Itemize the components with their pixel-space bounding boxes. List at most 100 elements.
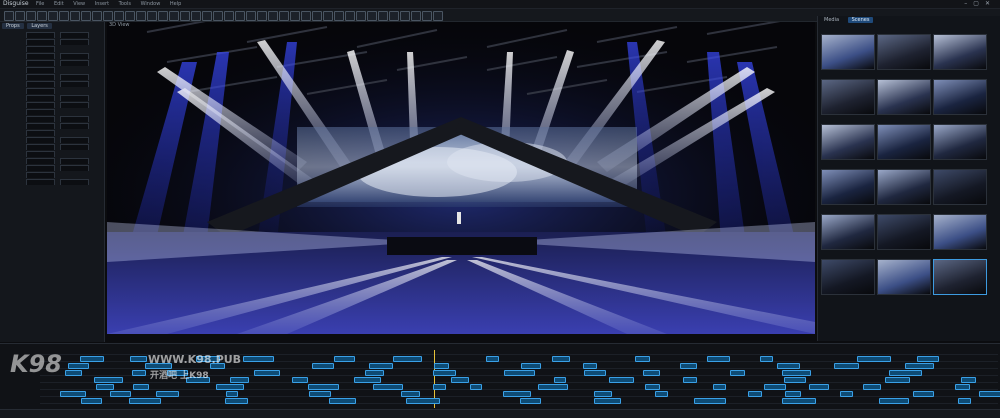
- property-field[interactable]: [60, 123, 89, 129]
- scene-thumbnail[interactable]: [933, 124, 987, 160]
- property-field[interactable]: [60, 137, 89, 143]
- toolbar-button[interactable]: [213, 11, 223, 21]
- timeline-cue[interactable]: [978, 391, 1000, 397]
- toolbar-button[interactable]: [356, 11, 366, 21]
- timeline-cue[interactable]: [81, 398, 103, 404]
- timeline-cue[interactable]: [521, 363, 541, 369]
- timeline-cue[interactable]: [712, 384, 726, 390]
- property-row[interactable]: [2, 144, 100, 150]
- property-field[interactable]: [26, 81, 55, 87]
- timeline-cue[interactable]: [781, 370, 811, 376]
- toolbar-button[interactable]: [114, 11, 124, 21]
- timeline-cue[interactable]: [553, 377, 566, 383]
- toolbar-button[interactable]: [158, 11, 168, 21]
- timeline-cue[interactable]: [537, 384, 568, 390]
- menu-edit[interactable]: Edit: [54, 1, 64, 7]
- toolbar-button[interactable]: [15, 11, 25, 21]
- timeline-track[interactable]: [40, 382, 998, 383]
- toolbar-button[interactable]: [268, 11, 278, 21]
- timeline-cue[interactable]: [642, 370, 660, 376]
- toolbar-button[interactable]: [48, 11, 58, 21]
- property-field[interactable]: [26, 46, 55, 52]
- property-field[interactable]: [26, 130, 55, 136]
- property-field[interactable]: [26, 151, 55, 157]
- timeline-cue[interactable]: [917, 356, 939, 362]
- property-field[interactable]: [26, 137, 55, 143]
- scene-thumbnail[interactable]: [821, 79, 875, 115]
- timeline-cue[interactable]: [308, 391, 331, 397]
- property-field[interactable]: [60, 74, 89, 80]
- timeline-cue[interactable]: [432, 370, 456, 376]
- toolbar-button[interactable]: [334, 11, 344, 21]
- tab-props[interactable]: Props: [2, 23, 24, 29]
- property-row[interactable]: [2, 123, 100, 129]
- menu-insert[interactable]: Insert: [95, 1, 109, 7]
- timeline-cue[interactable]: [65, 370, 83, 376]
- timeline-cue[interactable]: [133, 384, 149, 390]
- scene-thumbnail[interactable]: [877, 214, 931, 250]
- scene-thumbnail[interactable]: [877, 169, 931, 205]
- property-row[interactable]: [2, 137, 100, 143]
- timeline-cue[interactable]: [353, 377, 382, 383]
- timeline-cue[interactable]: [450, 377, 469, 383]
- timeline-cue[interactable]: [504, 370, 535, 376]
- property-field[interactable]: [26, 53, 55, 59]
- toolbar-button[interactable]: [246, 11, 256, 21]
- timeline-track[interactable]: [40, 403, 998, 404]
- toolbar-button[interactable]: [323, 11, 333, 21]
- menu-window[interactable]: Window: [141, 1, 161, 7]
- timeline-cue[interactable]: [216, 384, 244, 390]
- property-field[interactable]: [60, 81, 89, 87]
- property-field[interactable]: [26, 88, 55, 94]
- toolbar-button[interactable]: [312, 11, 322, 21]
- menu-tools[interactable]: Tools: [119, 1, 131, 7]
- timeline-cue[interactable]: [645, 384, 661, 390]
- timeline-cue[interactable]: [225, 391, 239, 397]
- property-row[interactable]: [2, 172, 100, 178]
- timeline-cue[interactable]: [243, 356, 275, 362]
- menu-view[interactable]: View: [73, 1, 85, 7]
- property-field[interactable]: [26, 165, 55, 171]
- timeline-cue[interactable]: [763, 384, 787, 390]
- timeline-cue[interactable]: [960, 377, 976, 383]
- timeline-cue[interactable]: [682, 377, 697, 383]
- timeline-cue[interactable]: [365, 370, 385, 376]
- toolbar-button[interactable]: [125, 11, 135, 21]
- timeline-cue[interactable]: [954, 384, 970, 390]
- toolbar-button[interactable]: [180, 11, 190, 21]
- property-row[interactable]: [2, 60, 100, 66]
- timeline-cue[interactable]: [60, 391, 86, 397]
- scene-thumbnail[interactable]: [933, 79, 987, 115]
- scene-thumbnail[interactable]: [821, 124, 875, 160]
- property-field[interactable]: [60, 179, 89, 185]
- timeline-cue[interactable]: [253, 370, 281, 376]
- property-row[interactable]: [2, 67, 100, 73]
- toolbar-button[interactable]: [70, 11, 80, 21]
- timeline-cue[interactable]: [584, 370, 607, 376]
- property-field[interactable]: [26, 32, 55, 38]
- timeline-cue[interactable]: [782, 398, 817, 404]
- timeline-cue[interactable]: [392, 356, 422, 362]
- timeline-cue[interactable]: [680, 363, 698, 369]
- toolbar-button[interactable]: [378, 11, 388, 21]
- scene-thumbnail[interactable]: [877, 259, 931, 295]
- timeline-cue[interactable]: [760, 356, 774, 362]
- scene-thumbnail[interactable]: [933, 259, 987, 295]
- timeline-cue[interactable]: [885, 377, 910, 383]
- property-row[interactable]: [2, 151, 100, 157]
- property-field[interactable]: [60, 116, 89, 122]
- toolbar-button[interactable]: [191, 11, 201, 21]
- property-field[interactable]: [26, 67, 55, 73]
- timeline-cue[interactable]: [156, 391, 179, 397]
- toolbar-button[interactable]: [422, 11, 432, 21]
- property-field[interactable]: [26, 39, 55, 45]
- property-field[interactable]: [26, 158, 55, 164]
- timeline-cue[interactable]: [291, 377, 309, 383]
- property-field[interactable]: [26, 109, 55, 115]
- property-field[interactable]: [26, 144, 55, 150]
- timeline-cue[interactable]: [229, 377, 249, 383]
- timeline-cue[interactable]: [469, 384, 483, 390]
- toolbar-button[interactable]: [224, 11, 234, 21]
- toolbar-button[interactable]: [147, 11, 157, 21]
- timeline-cue[interactable]: [95, 384, 114, 390]
